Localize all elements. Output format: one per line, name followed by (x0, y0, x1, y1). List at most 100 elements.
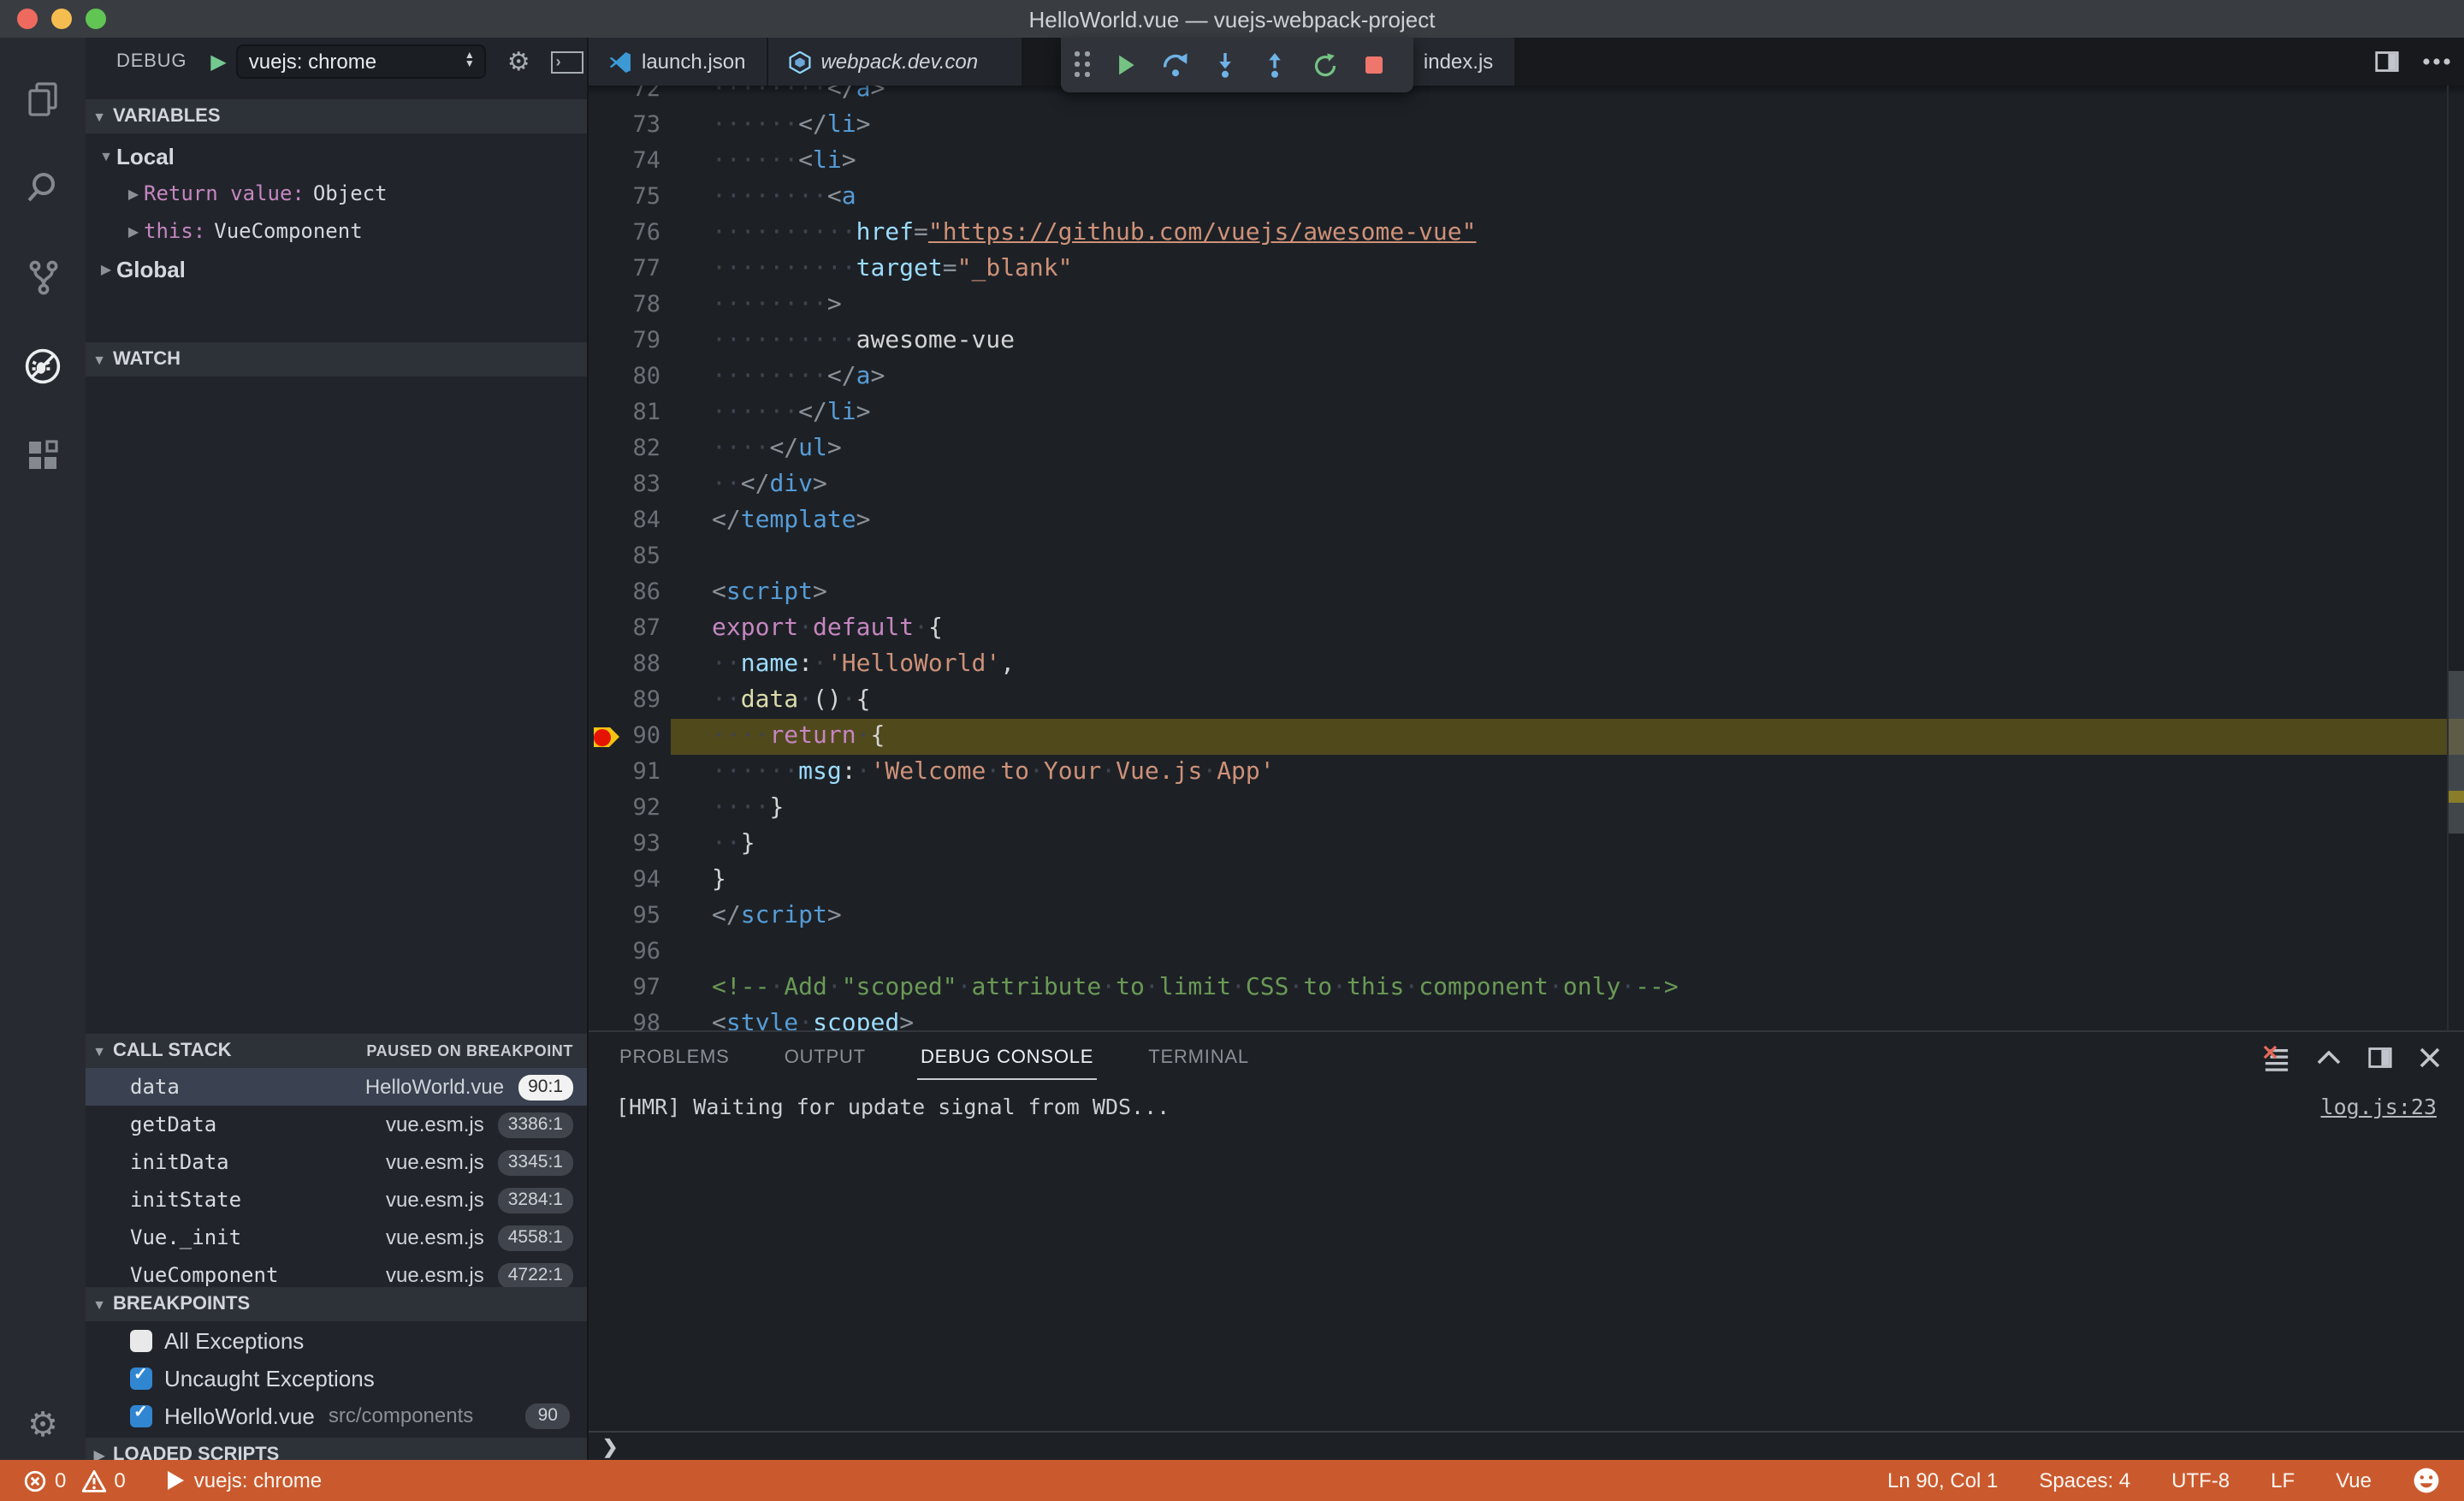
code-line-text[interactable] (671, 539, 2464, 575)
code-line-text[interactable]: ··name:·'HelloWorld', (671, 647, 2464, 683)
code-line-text[interactable]: <script> (671, 575, 2464, 611)
panel-position-icon[interactable] (2368, 1046, 2392, 1070)
variables-scope-local[interactable]: ▼ Local (86, 137, 587, 175)
encoding-status[interactable]: UTF-8 (2171, 1468, 2230, 1492)
editor-gutter[interactable]: 80 (589, 359, 671, 395)
variables-scope-global[interactable]: ▶ Global (86, 250, 587, 288)
breakpoint-row[interactable]: All Exceptions (86, 1321, 587, 1359)
watch-section-header[interactable]: ▼ WATCH (86, 342, 587, 377)
loaded-scripts-section-header[interactable]: ▶ LOADED SCRIPTS (86, 1438, 587, 1460)
code-line-text[interactable]: ········</a> (671, 359, 2464, 395)
zoom-window-button[interactable] (86, 9, 106, 29)
editor-gutter[interactable]: 75 (589, 180, 671, 216)
code-line-text[interactable]: ······msg:·'Welcome·to·Your·Vue.js·App' (671, 755, 2464, 791)
code-line-text[interactable]: ····</ul> (671, 431, 2464, 467)
close-panel-icon[interactable] (2420, 1047, 2440, 1068)
code-line-text[interactable]: ········<a (671, 180, 2464, 216)
breakpoint-checkbox[interactable] (130, 1403, 152, 1427)
code-line-text[interactable]: ··data·()·{ (671, 683, 2464, 719)
start-debug-icon[interactable]: ▶ (210, 50, 226, 74)
debug-icon[interactable] (0, 322, 86, 411)
call-stack-frame[interactable]: VueComponent vue.esm.js 4722:1 (86, 1256, 587, 1287)
clear-console-icon[interactable] (2264, 1045, 2289, 1071)
editor-gutter[interactable]: 86 (589, 575, 671, 611)
step-into-button[interactable] (1206, 46, 1244, 84)
editor-gutter[interactable]: 72 (589, 86, 671, 108)
variable-row[interactable]: ▶ Return value: Object (86, 175, 587, 212)
explorer-icon[interactable] (0, 55, 86, 144)
panel-tab[interactable]: DEBUG CONSOLE (916, 1036, 1098, 1079)
editor-gutter[interactable]: 74 (589, 144, 671, 180)
code-line-text[interactable]: <!--·Add·"scoped"·attribute·to·limit·CSS… (671, 970, 2464, 1006)
settings-gear-icon[interactable]: ⚙ (0, 1403, 86, 1446)
editor-gutter[interactable]: 85 (589, 539, 671, 575)
source-control-icon[interactable] (0, 233, 86, 322)
editor-gutter[interactable]: 78 (589, 288, 671, 323)
code-line-text[interactable]: ······</li> (671, 395, 2464, 431)
stop-button[interactable] (1355, 46, 1393, 84)
search-icon[interactable] (0, 144, 86, 233)
feedback-smiley-icon[interactable] (2413, 1467, 2440, 1494)
call-stack-frame[interactable]: data HelloWorld.vue 90:1 (86, 1068, 587, 1106)
editor-gutter[interactable]: 98 (589, 1006, 671, 1030)
call-stack-section-header[interactable]: ▼ CALL STACK PAUSED ON BREAKPOINT (86, 1034, 587, 1068)
console-source-link[interactable]: log.js:23 (2321, 1094, 2437, 1119)
editor-gutter[interactable]: 92 (589, 791, 671, 827)
toolbar-drag-grip[interactable] (1075, 51, 1092, 79)
configure-launch-gear-icon[interactable]: ⚙ (507, 46, 530, 77)
breakpoints-section-header[interactable]: ▼ BREAKPOINTS (86, 1287, 587, 1321)
extensions-icon[interactable] (0, 411, 86, 500)
editor-gutter[interactable]: 96 (589, 934, 671, 970)
code-line-text[interactable]: ········> (671, 288, 2464, 323)
breakpoint-row[interactable]: HelloWorld.vue src/components 90 (86, 1397, 587, 1434)
code-line-text[interactable]: </template> (671, 503, 2464, 539)
editor-gutter[interactable]: 87 (589, 611, 671, 647)
panel-tab[interactable]: PROBLEMS (616, 1037, 733, 1078)
editor-gutter[interactable]: 91 (589, 755, 671, 791)
call-stack-frame[interactable]: Vue._init vue.esm.js 4558:1 (86, 1219, 587, 1256)
call-stack-frame[interactable]: getData vue.esm.js 3386:1 (86, 1106, 587, 1143)
editor-gutter[interactable]: 88 (589, 647, 671, 683)
code-line-text[interactable]: export·default·{ (671, 611, 2464, 647)
code-line-text[interactable]: </script> (671, 899, 2464, 934)
call-stack-frame[interactable]: initState vue.esm.js 3284:1 (86, 1181, 587, 1219)
panel-tab[interactable]: TERMINAL (1145, 1037, 1253, 1078)
breakpoint-checkbox[interactable] (130, 1329, 152, 1351)
editor-gutter[interactable]: 73 (589, 108, 671, 144)
eol-status[interactable]: LF (2271, 1468, 2295, 1492)
editor-gutter[interactable]: 84 (589, 503, 671, 539)
code-line-text[interactable]: ··</div> (671, 467, 2464, 503)
variable-row[interactable]: ▶ this: VueComponent (86, 212, 587, 250)
code-line-text[interactable]: ······</li> (671, 108, 2464, 144)
editor-gutter[interactable]: 93 (589, 827, 671, 863)
language-mode-status[interactable]: Vue (2336, 1468, 2372, 1492)
scrollbar-thumb[interactable] (2449, 671, 2464, 834)
problems-status[interactable]: 0 0 (17, 1468, 133, 1492)
more-actions-icon[interactable] (2423, 58, 2450, 65)
code-line-text[interactable]: ········</a> (671, 86, 2464, 108)
cursor-position-status[interactable]: Ln 90, Col 1 (1887, 1468, 1998, 1492)
variables-section-header[interactable]: ▼ VARIABLES (86, 99, 587, 133)
code-line-text[interactable] (671, 934, 2464, 970)
breakpoint-checkbox[interactable] (130, 1365, 152, 1389)
code-line-text[interactable]: ··········awesome-vue (671, 323, 2464, 359)
code-line-text[interactable]: ··········target="_blank" (671, 252, 2464, 288)
paused-breakpoint-icon[interactable] (594, 727, 619, 747)
code-line-text[interactable]: ····return·{ (671, 719, 2464, 755)
continue-button[interactable] (1107, 46, 1145, 84)
editor-gutter[interactable]: 94 (589, 863, 671, 899)
code-line-text[interactable]: ··} (671, 827, 2464, 863)
debug-configuration-select[interactable]: vuejs: chrome ▲ ▼ (236, 44, 487, 79)
maximize-panel-icon[interactable] (2317, 1051, 2341, 1065)
panel-tab[interactable]: OUTPUT (781, 1037, 869, 1078)
code-line-text[interactable]: ······<li> (671, 144, 2464, 180)
editor-gutter[interactable]: 79 (589, 323, 671, 359)
debug-target-status[interactable]: vuejs: chrome (160, 1468, 329, 1492)
call-stack-frame[interactable]: initData vue.esm.js 3345:1 (86, 1143, 587, 1181)
editor-gutter[interactable]: 77 (589, 252, 671, 288)
minimize-window-button[interactable] (51, 9, 72, 29)
editor-gutter[interactable]: 95 (589, 899, 671, 934)
editor-gutter[interactable]: 76 (589, 216, 671, 252)
console-input-row[interactable]: ❯ (589, 1431, 2464, 1460)
step-out-button[interactable] (1256, 46, 1294, 84)
